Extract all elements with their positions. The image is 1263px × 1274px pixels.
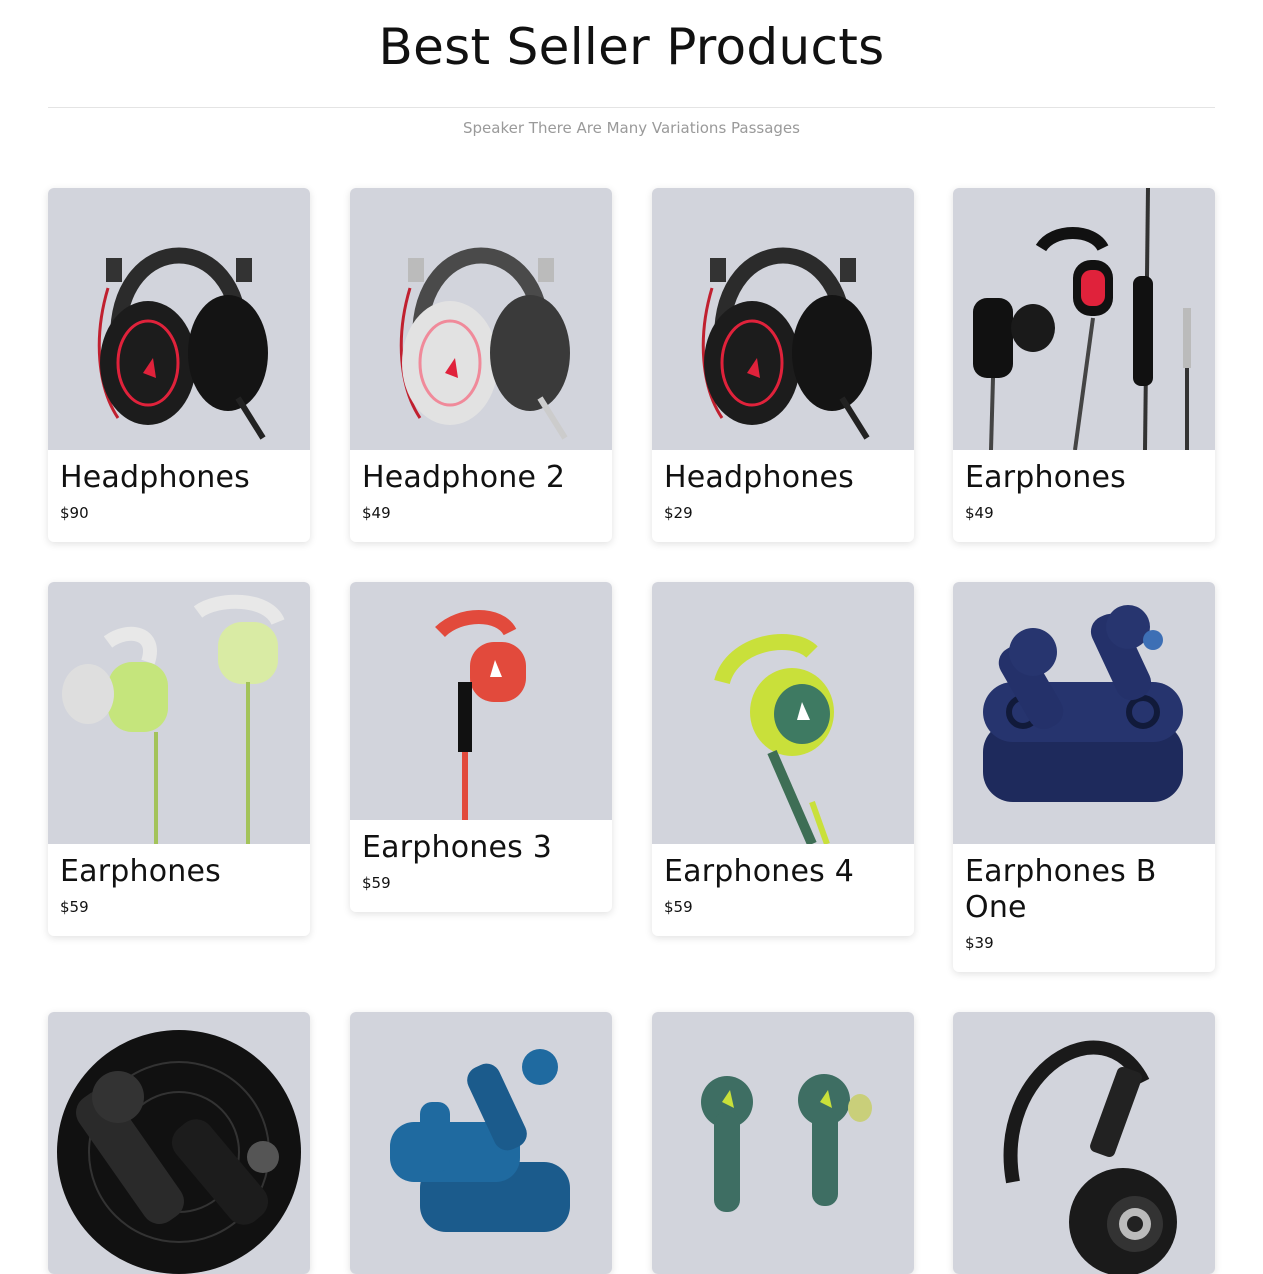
product-price: $59 xyxy=(60,898,89,916)
product-image[interactable] xyxy=(48,1012,310,1274)
page-subtitle: Speaker There Are Many Variations Passag… xyxy=(463,119,800,137)
product-card[interactable] xyxy=(953,1012,1215,1274)
product-image[interactable] xyxy=(48,188,310,450)
earphones-icon xyxy=(62,594,285,844)
headphones-icon xyxy=(701,247,872,440)
product-name[interactable]: Earphones B One xyxy=(965,854,1203,926)
headphones-icon xyxy=(1003,1040,1177,1274)
product-image[interactable] xyxy=(953,582,1215,844)
product-card-headphones[interactable]: Headphones $29 xyxy=(652,188,914,542)
product-image[interactable] xyxy=(350,188,612,450)
product-price: $29 xyxy=(664,504,693,522)
title-divider xyxy=(48,107,1215,108)
earbuds-icon xyxy=(57,1030,301,1274)
product-card[interactable] xyxy=(350,1012,612,1274)
product-price: $59 xyxy=(362,874,391,892)
product-name[interactable]: Earphones 4 xyxy=(664,854,902,890)
product-price: $90 xyxy=(60,504,89,522)
product-price: $59 xyxy=(664,898,693,916)
product-image[interactable] xyxy=(953,188,1215,450)
product-card[interactable] xyxy=(652,1012,914,1274)
product-card-earphones-3[interactable]: Earphones 3 $59 xyxy=(350,582,612,912)
product-name[interactable]: Earphones xyxy=(965,460,1203,496)
product-card-earphones-4[interactable]: Earphones 4 $59 xyxy=(652,582,914,936)
earphones-icon xyxy=(714,634,834,844)
product-card-earphones-b-one[interactable]: Earphones B One $39 xyxy=(953,582,1215,972)
earbuds-icon xyxy=(701,1074,872,1212)
product-image[interactable] xyxy=(652,582,914,844)
headphones-icon xyxy=(97,247,268,440)
product-name[interactable]: Headphone 2 xyxy=(362,460,600,496)
earphones-icon xyxy=(973,188,1191,450)
product-price: $39 xyxy=(965,934,994,952)
product-image[interactable] xyxy=(350,1012,612,1274)
product-card-earphones[interactable]: Earphones $59 xyxy=(48,582,310,936)
headphones-icon xyxy=(399,247,570,440)
earbuds-case-icon xyxy=(983,605,1183,802)
page-title: Best Seller Products xyxy=(378,18,885,76)
product-price: $49 xyxy=(965,504,994,522)
product-name[interactable]: Earphones xyxy=(60,854,298,890)
product-image[interactable] xyxy=(652,1012,914,1274)
product-card-headphones[interactable]: Headphones $90 xyxy=(48,188,310,542)
earphones-icon xyxy=(435,610,526,820)
earbuds-case-icon xyxy=(390,1049,570,1232)
product-name[interactable]: Headphones xyxy=(60,460,298,496)
product-name[interactable]: Headphones xyxy=(664,460,902,496)
product-card-headphone-2[interactable]: Headphone 2 $49 xyxy=(350,188,612,542)
product-image[interactable] xyxy=(652,188,914,450)
product-card[interactable] xyxy=(48,1012,310,1274)
product-image[interactable] xyxy=(350,582,612,820)
product-price: $49 xyxy=(362,504,391,522)
product-card-earphones[interactable]: Earphones $49 xyxy=(953,188,1215,542)
product-image[interactable] xyxy=(48,582,310,844)
product-name[interactable]: Earphones 3 xyxy=(362,830,600,866)
product-image[interactable] xyxy=(953,1012,1215,1274)
